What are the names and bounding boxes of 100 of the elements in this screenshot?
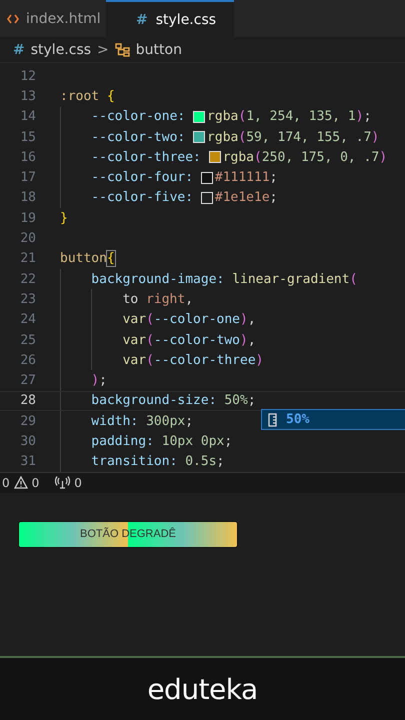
- code-token: (: [254, 150, 262, 165]
- code-token: #111111: [214, 170, 270, 186]
- port-count[interactable]: 0: [74, 476, 82, 490]
- line-number: 25: [19, 332, 37, 348]
- line-number: 20: [19, 231, 37, 246]
- code-token: 50%: [224, 393, 248, 408]
- line-number: 21: [19, 251, 37, 266]
- code-token: (: [238, 109, 246, 124]
- code-token: 0.5s: [185, 454, 217, 470]
- code-token: ,: [248, 312, 256, 328]
- code-token: button: [60, 251, 107, 266]
- code-token: right: [146, 292, 186, 307]
- code-token: (: [238, 130, 246, 145]
- line-number: 14: [19, 109, 37, 124]
- line-number: 24: [19, 312, 37, 328]
- autocomplete-item[interactable]: 50%: [261, 409, 405, 430]
- hash-icon: #: [136, 12, 148, 28]
- code-token: rgba: [222, 150, 254, 165]
- color-swatch[interactable]: [208, 151, 221, 164]
- code-token: --color-three: [154, 352, 256, 368]
- code-token: ;: [224, 434, 232, 449]
- code-token: rgba: [207, 109, 238, 124]
- code-token: ;: [99, 373, 107, 388]
- code-token: width:: [91, 414, 140, 429]
- breadcrumb-separator: >: [97, 42, 109, 58]
- code-token: ;: [270, 170, 278, 186]
- code-token: }: [60, 210, 68, 226]
- code-token: ;: [248, 393, 256, 408]
- code-token: background-image:: [91, 272, 226, 287]
- code-token: background-size:: [91, 393, 218, 408]
- editor-tab[interactable]: # style.css: [106, 0, 234, 37]
- color-swatch[interactable]: [193, 110, 206, 123]
- code-token: ): [256, 352, 264, 368]
- code-token: {: [106, 251, 115, 266]
- antenna-icon[interactable]: [55, 476, 70, 490]
- code-token: #1e1e1e: [214, 190, 270, 206]
- symbol-structure-icon: [114, 42, 130, 56]
- code-token: (: [350, 272, 358, 287]
- line-number: 18: [19, 190, 37, 206]
- line-number: 31: [19, 454, 37, 470]
- code-token: ): [91, 373, 100, 388]
- code-brackets-icon: [7, 14, 19, 24]
- code-token: linear-gradient: [232, 272, 350, 287]
- warning-icon[interactable]: [14, 476, 28, 490]
- code-token: --color-five:: [91, 190, 194, 206]
- color-swatch[interactable]: [193, 131, 206, 144]
- code-token: ;: [185, 414, 194, 429]
- code-token: --color-four:: [91, 170, 194, 186]
- code-token: ): [379, 150, 388, 165]
- code-token: ): [240, 312, 248, 328]
- line-number: 30: [19, 434, 37, 449]
- breadcrumb-item[interactable]: style.css: [30, 42, 92, 58]
- line-number: 12: [19, 68, 37, 84]
- color-swatch[interactable]: [200, 192, 213, 204]
- code-token: --color-one: [154, 312, 240, 328]
- ruler-icon: [268, 412, 278, 426]
- color-swatch[interactable]: [200, 172, 213, 184]
- code-token: ;: [270, 190, 278, 206]
- code-token: ,: [248, 332, 256, 348]
- line-number: 13: [19, 88, 37, 104]
- line-number: 27: [19, 373, 37, 388]
- code-token: ;: [216, 454, 224, 470]
- line-number: 26: [19, 352, 37, 368]
- code-token: --color-two: [154, 332, 240, 348]
- code-token: --color-one:: [91, 109, 186, 124]
- code-token: :root: [60, 88, 100, 104]
- code-token: 10px 0px: [162, 434, 224, 449]
- line-number: 15: [19, 130, 37, 145]
- eduteka-logo: eduteka: [147, 672, 258, 706]
- code-token: 300px: [146, 414, 186, 429]
- warning-count[interactable]: 0: [32, 476, 40, 490]
- line-number: 22: [19, 272, 37, 287]
- error-count[interactable]: 0: [2, 476, 10, 490]
- code-token: var: [122, 352, 146, 368]
- code-token: (: [146, 312, 154, 328]
- code-token: {: [106, 88, 115, 104]
- code-token: 250, 175, 0, .7: [262, 150, 380, 165]
- line-number: 28: [19, 393, 37, 408]
- code-token: 59, 174, 155, .7: [246, 130, 372, 145]
- code-token: (: [146, 352, 154, 368]
- line-number: 19: [19, 210, 37, 226]
- line-number: 23: [19, 292, 37, 307]
- code-token: --color-two:: [91, 130, 186, 145]
- code-token: ,: [185, 292, 194, 307]
- line-number: 16: [19, 150, 37, 165]
- code-token: (: [146, 332, 154, 348]
- code-token: var: [122, 312, 146, 328]
- code-token: --color-three:: [91, 150, 202, 165]
- code-token: ): [371, 130, 380, 145]
- code-token: ;: [364, 109, 372, 124]
- code-token: 1, 254, 135, 1: [246, 109, 356, 124]
- line-number: 17: [19, 170, 37, 186]
- editor-tab[interactable]: index.html: [0, 0, 106, 37]
- code-token: var: [122, 332, 146, 348]
- code-token: to: [122, 292, 140, 307]
- breadcrumb-item[interactable]: button: [136, 42, 182, 58]
- code-token: rgba: [207, 130, 238, 145]
- hash-icon: #: [13, 42, 25, 58]
- line-number: 29: [19, 414, 37, 429]
- code-token: transition:: [91, 454, 178, 470]
